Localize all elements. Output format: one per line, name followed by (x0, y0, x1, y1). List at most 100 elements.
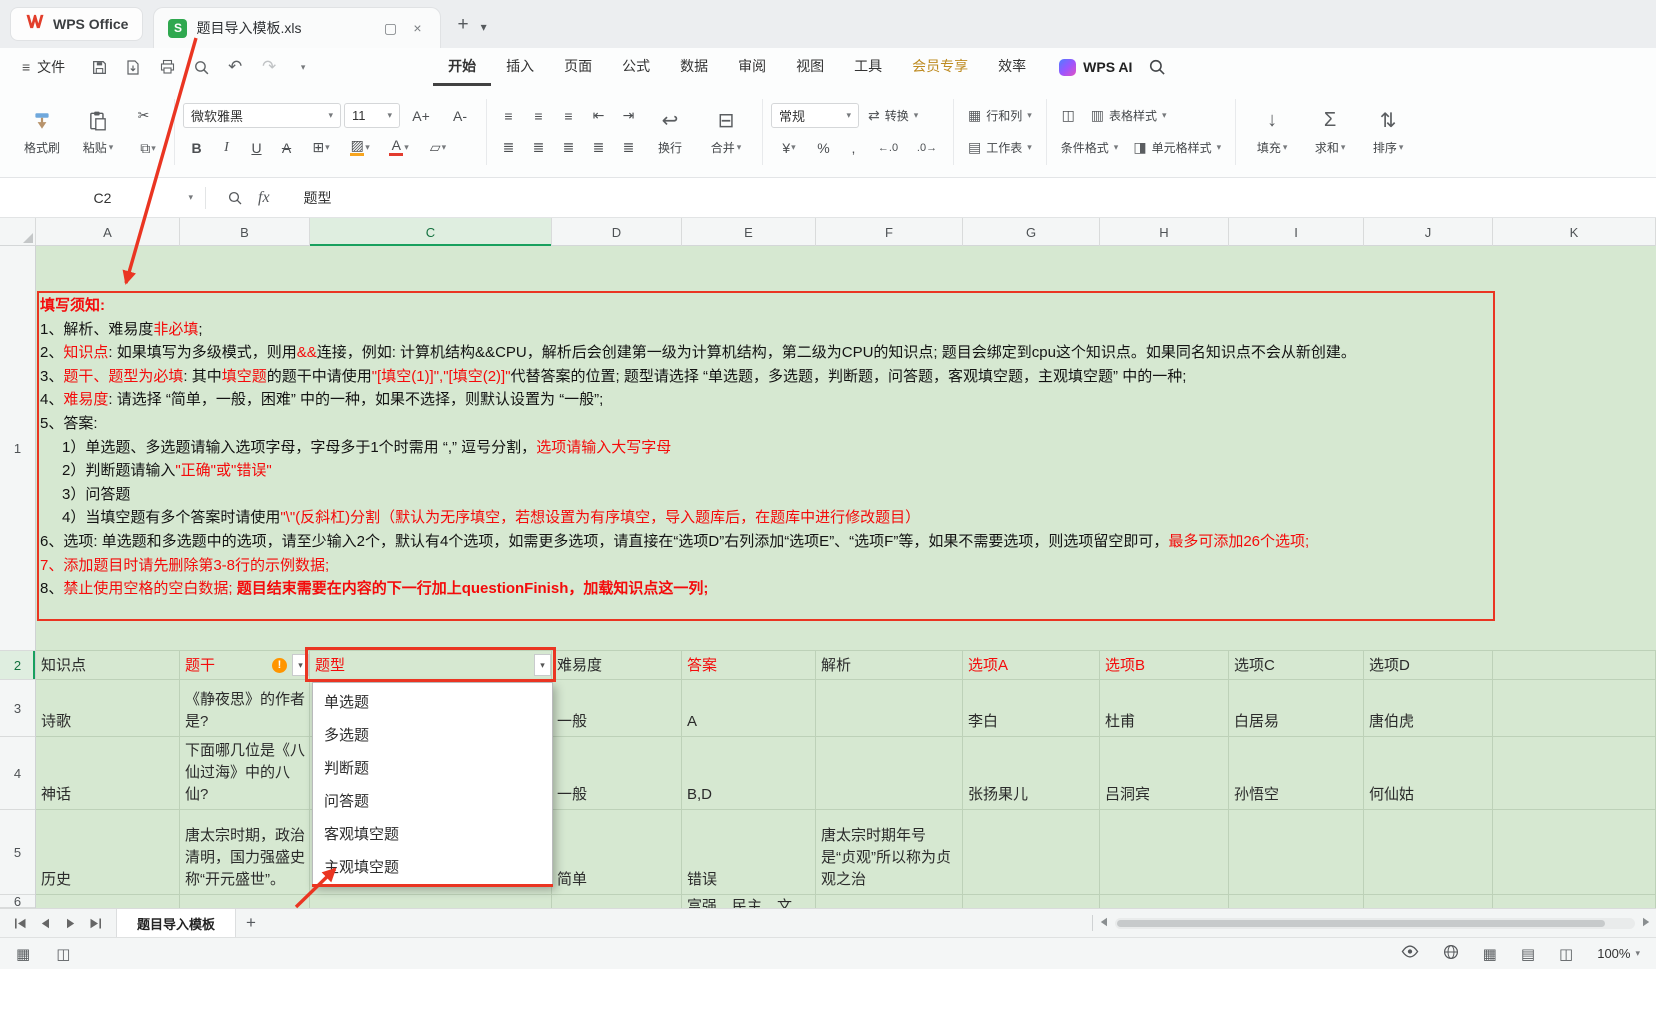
ribbon-tab-9[interactable]: 效率 (983, 48, 1041, 86)
borders-button[interactable]: ⊞▾ (303, 135, 339, 160)
cell-D3[interactable]: 一般 (552, 680, 682, 737)
cell-J3[interactable]: 唐伯虎 (1364, 680, 1493, 737)
add-sheet-button[interactable]: + (236, 913, 266, 933)
sum-button[interactable]: Σ 求和▾ (1302, 96, 1358, 168)
insert-function-button[interactable]: fx (258, 189, 270, 207)
cell-F4[interactable] (816, 737, 963, 810)
row-header-2[interactable]: 2 (0, 651, 35, 680)
cell-F6[interactable] (816, 895, 963, 908)
ribbon-tab-1[interactable]: 插入 (491, 48, 549, 86)
cell-D5[interactable]: 简单 (552, 810, 682, 895)
column-header-B[interactable]: B (180, 218, 310, 246)
format-painter-button[interactable]: 格式刷 (14, 96, 70, 168)
new-document-button[interactable]: + (457, 14, 468, 36)
save-icon[interactable] (87, 55, 111, 79)
search-function-button[interactable] (218, 184, 252, 212)
justify-button[interactable]: ≣ (585, 135, 612, 160)
number-format-select[interactable]: 常规▾ (771, 103, 859, 128)
ribbon-tab-2[interactable]: 页面 (549, 48, 607, 86)
font-size-select[interactable]: 11▾ (344, 103, 400, 128)
document-tab[interactable]: S 题目导入模板.xls ▢ × (153, 7, 441, 48)
percent-format-button[interactable]: % (810, 135, 837, 160)
increase-font-button[interactable]: A+ (403, 103, 439, 128)
cell-J5[interactable] (1364, 810, 1493, 895)
align-right-button[interactable]: ≣ (555, 135, 582, 160)
underline-button[interactable]: U (243, 135, 270, 160)
decrease-decimal-button[interactable]: ←.0 (870, 135, 906, 160)
print-preview-icon[interactable] (189, 55, 213, 79)
rows-columns-button[interactable]: ▦行和列▾ (962, 103, 1038, 128)
column-header-A[interactable]: A (36, 218, 180, 246)
style-gallery-button[interactable]: ◫ (1055, 103, 1082, 128)
sheet-tab-active[interactable]: 题目导入模板 (116, 909, 236, 937)
select-all-corner[interactable] (0, 218, 36, 245)
undo-history-caret-icon[interactable]: ▾ (291, 55, 315, 79)
cell-D2[interactable]: 难易度 (552, 651, 682, 680)
row-header-4[interactable]: 4 (0, 737, 35, 810)
row-header-6[interactable]: 6 (0, 895, 35, 908)
sort-button[interactable]: ⇅ 排序▾ (1360, 96, 1416, 168)
window-switch-icon[interactable]: ◫ (56, 945, 70, 963)
align-top-button[interactable]: ≡ (495, 103, 522, 128)
ribbon-tab-5[interactable]: 审阅 (723, 48, 781, 86)
cell-I6[interactable] (1229, 895, 1364, 908)
eye-protection-icon[interactable] (1401, 945, 1419, 962)
formula-input[interactable]: 题型 (304, 188, 332, 208)
ribbon-tab-7[interactable]: 工具 (839, 48, 897, 86)
cell-E5[interactable]: 错误 (682, 810, 816, 895)
cell-H4[interactable]: 吕洞宾 (1100, 737, 1229, 810)
cell-E4[interactable]: B,D (682, 737, 816, 810)
row-header-1[interactable]: 1 (0, 246, 35, 651)
align-middle-button[interactable]: ≡ (525, 103, 552, 128)
column-header-F[interactable]: F (816, 218, 963, 246)
cell-K2[interactable] (1493, 651, 1656, 680)
cell-F2[interactable]: 解析 (816, 651, 963, 680)
ribbon-tab-8[interactable]: 会员专享 (897, 48, 983, 86)
cell-E2[interactable]: 答案 (682, 651, 816, 680)
text-orientation-button[interactable]: ≣ (615, 135, 642, 160)
cell-E3[interactable]: A (682, 680, 816, 737)
redo-icon[interactable]: ↷ (257, 55, 281, 79)
cell-A6[interactable] (36, 895, 180, 908)
cut-button[interactable]: ✂ (130, 103, 157, 128)
scroll-left-icon[interactable] (1100, 914, 1108, 932)
horizontal-scrollbar-thumb[interactable] (1117, 920, 1605, 927)
view-normal-icon[interactable]: ▦ (1483, 945, 1497, 963)
cell-K3[interactable] (1493, 680, 1656, 737)
wrap-text-button[interactable]: ↩ 换行 (642, 96, 698, 168)
cell-H3[interactable]: 杜甫 (1100, 680, 1229, 737)
cell-B3[interactable]: 《静夜思》的作者是? (180, 680, 310, 737)
tab-window-icon[interactable]: ▢ (381, 20, 399, 37)
cell-F3[interactable] (816, 680, 963, 737)
zoom-control[interactable]: 100% ▾ (1597, 946, 1640, 961)
cell-A3[interactable]: 诗歌 (36, 680, 180, 737)
cell-A1-instructions[interactable]: 填写须知:1、解析、难易度非必填;2、知识点: 如果填写为多级模式，则用&&连接… (36, 246, 1656, 651)
wps-office-button[interactable]: WPS Office (10, 7, 143, 41)
cell-C2[interactable]: 题型▾ (310, 651, 552, 680)
next-sheet-icon[interactable] (58, 909, 83, 937)
search-icon[interactable] (1148, 58, 1166, 76)
row-header-3[interactable]: 3 (0, 680, 35, 737)
cell-I4[interactable]: 孙悟空 (1229, 737, 1364, 810)
clear-format-button[interactable]: ▱▾ (420, 135, 456, 160)
translate-icon[interactable] (1443, 944, 1459, 964)
paste-button[interactable]: 粘贴▾ (70, 96, 126, 168)
cell-H6[interactable] (1100, 895, 1229, 908)
ribbon-tab-6[interactable]: 视图 (781, 48, 839, 86)
italic-button[interactable]: I (213, 135, 240, 160)
validation-dropdown-button[interactable]: ▾ (292, 654, 309, 676)
fill-button[interactable]: ↓ 填充▾ (1244, 96, 1300, 168)
task-pane-icon[interactable]: ▦ (16, 945, 30, 963)
previous-sheet-icon[interactable] (33, 909, 58, 937)
warning-icon[interactable]: ! (272, 658, 287, 673)
cell-J2[interactable]: 选项D (1364, 651, 1493, 680)
cell-J4[interactable]: 何仙姑 (1364, 737, 1493, 810)
cell-E6[interactable]: 富强、民主、文 (682, 895, 816, 908)
decrease-font-button[interactable]: A- (442, 103, 478, 128)
column-header-G[interactable]: G (963, 218, 1100, 246)
horizontal-scrollbar[interactable] (1115, 918, 1635, 929)
worksheet-button[interactable]: ▤工作表▾ (962, 135, 1038, 160)
ribbon-tab-3[interactable]: 公式 (607, 48, 665, 86)
first-sheet-icon[interactable] (8, 909, 33, 937)
cell-D6[interactable] (552, 895, 682, 908)
